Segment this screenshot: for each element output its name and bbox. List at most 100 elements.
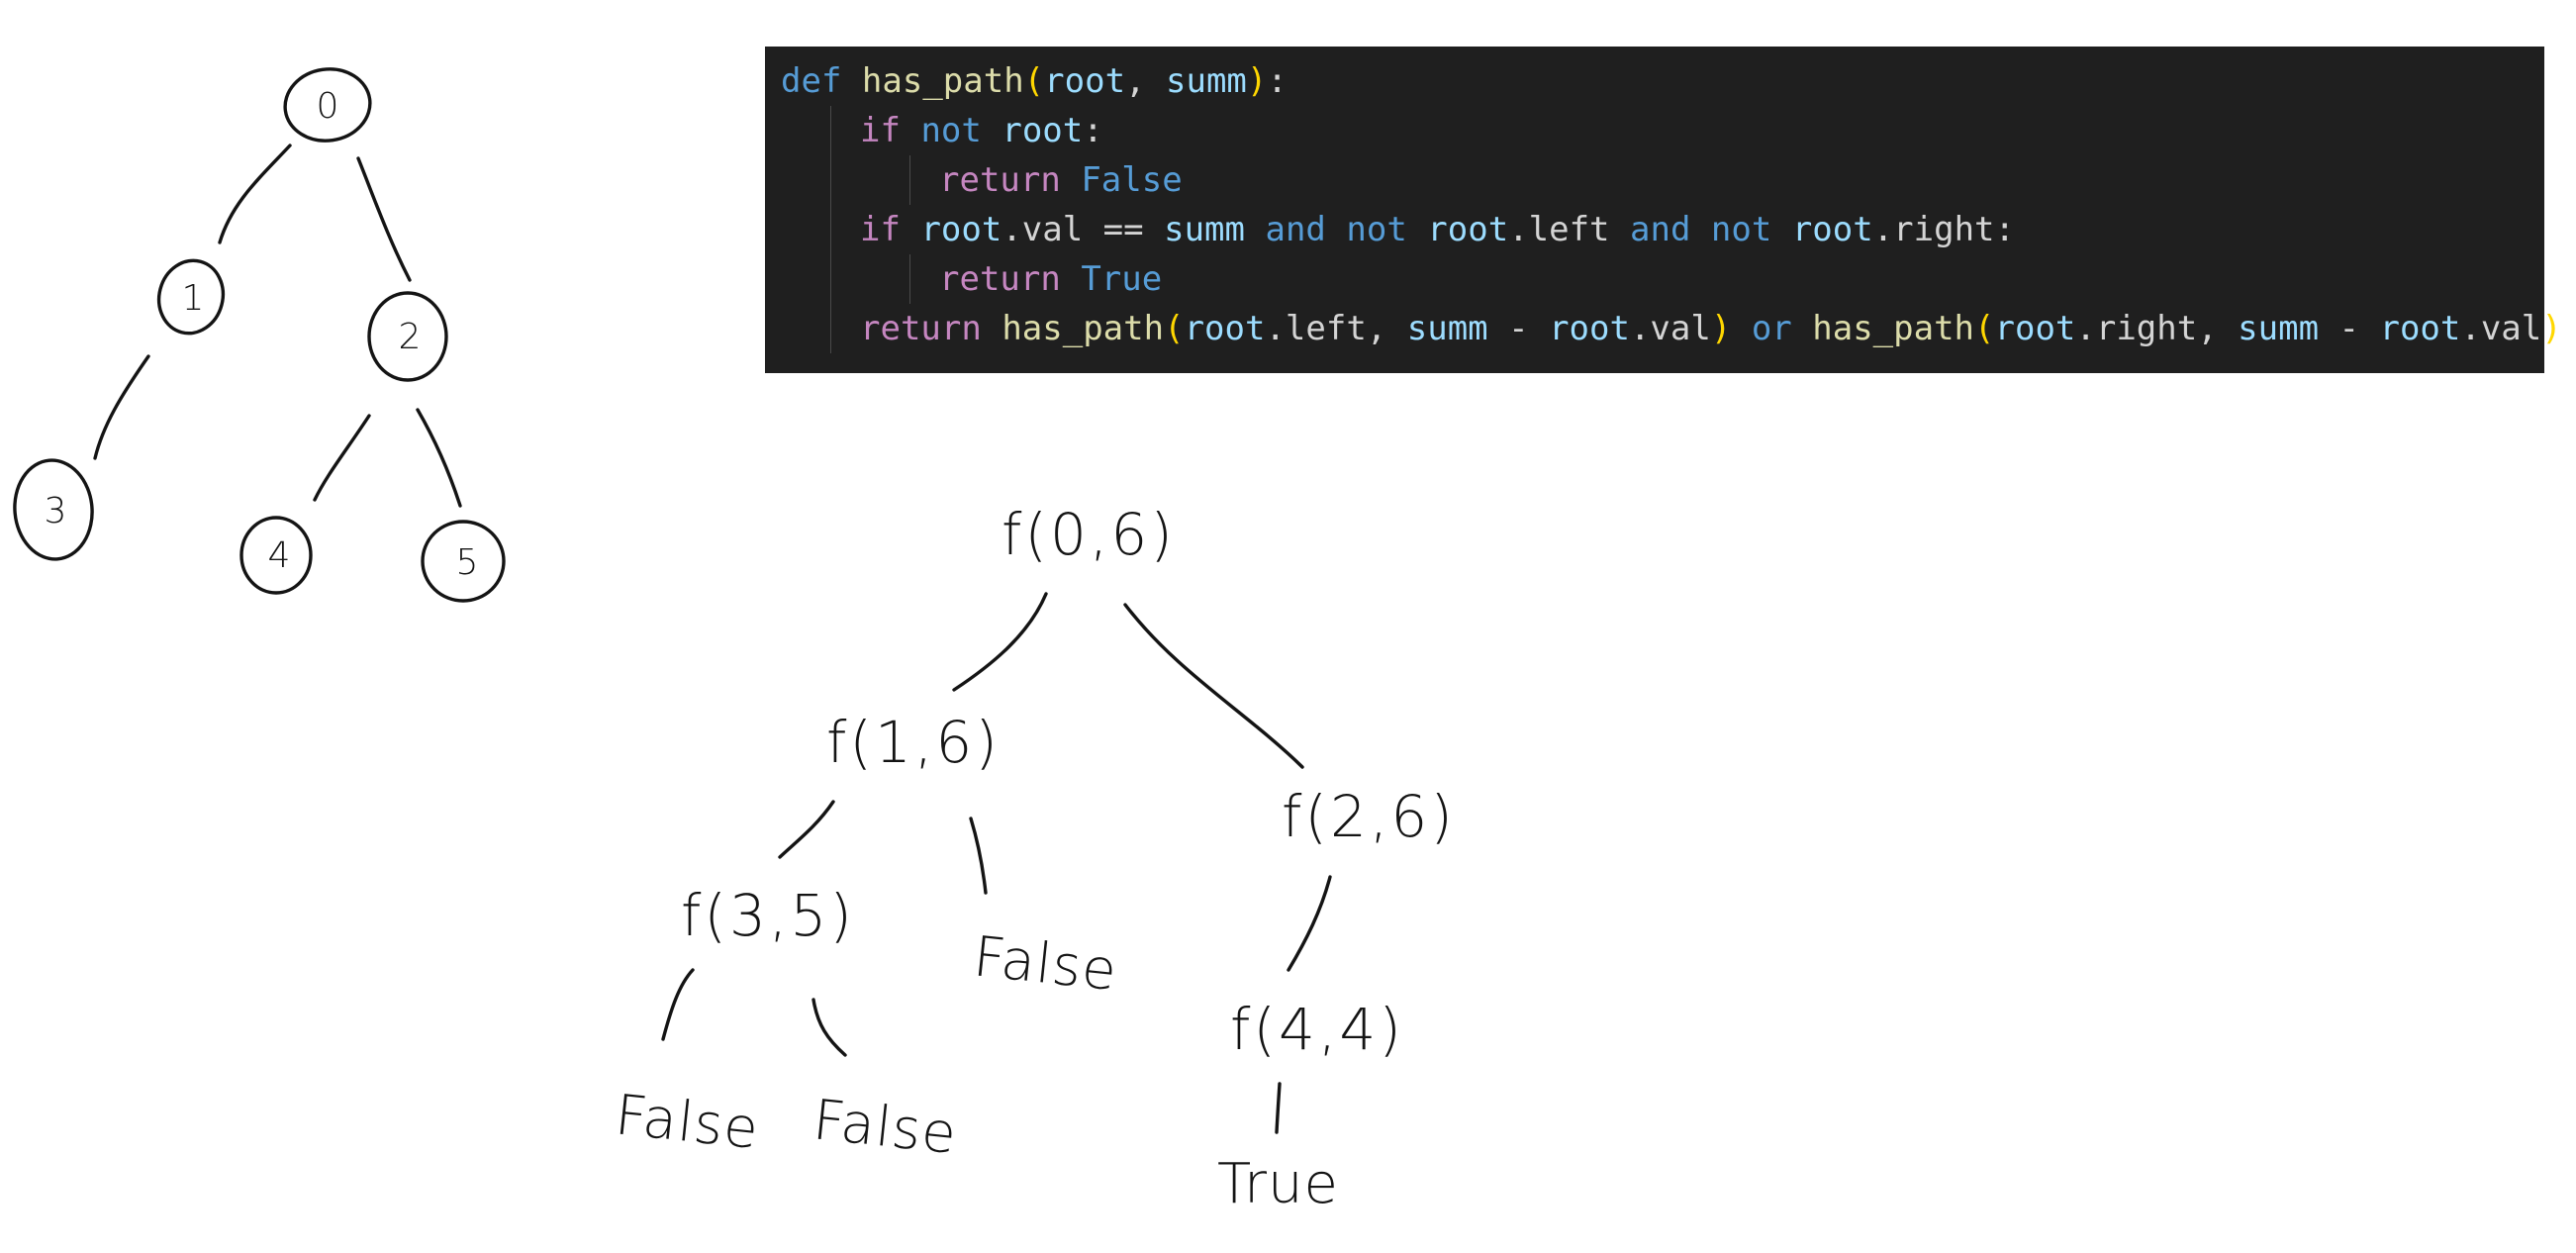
indent-guide: [830, 205, 831, 254]
code-token: summ: [1164, 210, 1245, 249]
leaf-result: False: [811, 1088, 961, 1167]
code-token: def: [781, 61, 842, 101]
code-token: return: [860, 309, 982, 348]
code-token: has_path: [1002, 309, 1165, 348]
code-line: return has_path(root.left, summ - root.v…: [765, 304, 2562, 353]
call-edge-f16-right: [969, 817, 988, 895]
call-node-left: f(1,6): [826, 709, 1001, 776]
code-token: summ: [2238, 309, 2320, 348]
svg-text:3: 3: [45, 491, 67, 531]
svg-text:5: 5: [456, 542, 479, 583]
tree-edge-0-2: [356, 156, 412, 282]
call-edge-f35-right: [811, 998, 847, 1057]
tree-node-0: 0: [283, 67, 372, 143]
leaf-result: False: [613, 1083, 763, 1162]
indent-guide: [830, 304, 831, 353]
code-token: (: [1974, 309, 1995, 348]
code-line: return True: [765, 254, 2544, 304]
code-token: root: [1184, 309, 1266, 348]
code-token: .left: [1508, 210, 1630, 249]
tree-edge-2-5: [416, 408, 462, 508]
tree-edge-1-3: [93, 354, 150, 460]
leaf-result: False: [971, 924, 1121, 1004]
code-token: has_path: [861, 61, 1024, 101]
call-node-right-down: f(4,4): [1230, 996, 1404, 1063]
call-edge-f44-down: [1275, 1082, 1282, 1134]
call-edge-root-left: [952, 592, 1048, 692]
code-line: if not root:: [765, 106, 2544, 155]
code-token: ,: [1125, 61, 1166, 101]
code-token: .val: [2460, 309, 2542, 348]
code-token: :: [1083, 111, 1103, 150]
svg-text:0: 0: [317, 86, 339, 127]
code-token: .val: [1629, 309, 1711, 348]
indent-guide: [830, 155, 831, 205]
code-token: -: [2319, 309, 2380, 348]
tree-edge-0-1: [218, 144, 292, 244]
tree-edge-2-4: [313, 414, 371, 502]
indent-guide: [909, 155, 910, 205]
tree-node-4: 4: [239, 516, 313, 595]
call-edge-root-right: [1123, 603, 1304, 769]
code-token: False: [1081, 160, 1183, 200]
indent-guide: [909, 254, 910, 304]
leaf-result: True: [1217, 1152, 1339, 1216]
code-token: root: [1549, 309, 1630, 348]
code-token: True: [1081, 259, 1163, 299]
tree-node-1: 1: [156, 258, 226, 336]
call-node-left-left: f(3,5): [681, 882, 855, 949]
code-token: summ: [1406, 309, 1488, 348]
code-token: and: [1265, 210, 1326, 249]
svg-text:4: 4: [268, 535, 291, 576]
code-line: def has_path(root, summ):: [765, 56, 2544, 106]
tree-node-2: 2: [367, 291, 448, 382]
call-edge-f35-left: [661, 968, 695, 1041]
code-token: root: [920, 210, 1002, 249]
recursion-tree: f(0,6) f(1,6) f(2,6) f(3,5) f(4,4) False…: [613, 501, 1456, 1216]
code-token: return: [939, 259, 1061, 299]
code-token: (: [1164, 309, 1185, 348]
indent-guide: [830, 106, 831, 155]
code-token: .right:: [1872, 210, 2015, 249]
code-token: summ: [1166, 61, 1247, 101]
tree-node-3: 3: [13, 458, 94, 561]
call-node-root: f(0,6): [1002, 501, 1176, 568]
code-token: root: [2379, 309, 2461, 348]
code-panel: def has_path(root, summ): if not root: ret…: [765, 47, 2562, 373]
indent-guide: [830, 254, 831, 304]
code-token: (: [1023, 61, 1045, 101]
code-token: ): [1710, 309, 1732, 348]
code-token: not: [920, 111, 982, 150]
binary-tree: 0 1 2 3 4 5: [13, 67, 506, 603]
code-token: :: [1267, 61, 1288, 101]
code-token: .left,: [1265, 309, 1407, 348]
code-token: root: [1427, 210, 1509, 249]
code-line: return False: [765, 155, 2544, 205]
code-token: and: [1630, 210, 1691, 249]
code-token: .right,: [2075, 309, 2239, 348]
code-token: or: [1751, 309, 1792, 348]
tree-node-5: 5: [421, 520, 506, 603]
call-edge-f26-down: [1287, 875, 1332, 972]
code-token: ): [1246, 61, 1268, 101]
code-line: if root.val == summ and not root.left an…: [765, 205, 2544, 254]
call-node-right: f(2,6): [1282, 783, 1456, 850]
code-token: if: [860, 210, 901, 249]
code-token: root: [1044, 61, 1126, 101]
code-token: root: [1791, 210, 1873, 249]
svg-text:1: 1: [182, 278, 205, 319]
code-token: root: [1002, 111, 1084, 150]
